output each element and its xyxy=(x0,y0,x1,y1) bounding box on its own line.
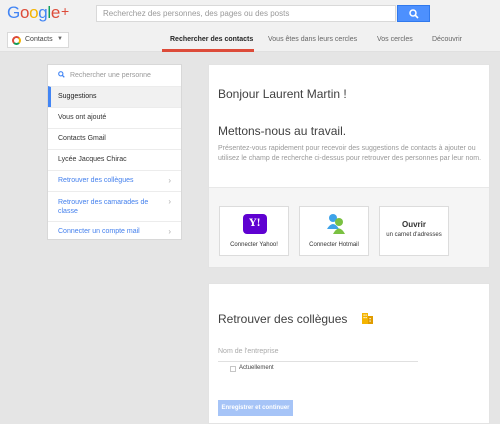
sidebar-item-label: Contacts Gmail xyxy=(58,135,106,142)
sidebar-item-suggestions[interactable]: Suggestions xyxy=(48,86,181,107)
sidebar-item-label: Suggestions xyxy=(58,93,97,100)
sidebar-item-added-you[interactable]: Vous ont ajouté xyxy=(48,107,181,128)
sidebar-search-input[interactable]: Rechercher une personne xyxy=(48,65,181,86)
colleagues-title: Retrouver des collègues xyxy=(218,312,348,326)
currently-label: Actuellement xyxy=(239,365,274,371)
search-icon xyxy=(58,71,65,78)
logo-letter: G xyxy=(7,3,20,22)
building-icon xyxy=(362,313,373,324)
tab-in-their-circles[interactable]: Vous êtes dans leurs cercles xyxy=(268,36,357,43)
connect-hotmail-button[interactable]: Connecter Hotmail xyxy=(299,206,369,256)
provider-label: Connecter Yahoo! xyxy=(230,242,278,248)
sidebar-item-label: Connecter un compte mail xyxy=(58,228,140,235)
headline: Mettons-nous au travail. xyxy=(218,124,347,138)
sidebar-item-label: Lycée Jacques Chirac xyxy=(58,156,127,163)
logo-plus: + xyxy=(61,3,69,19)
welcome-card: Bonjour Laurent Martin ! Mettons-nous au… xyxy=(208,64,490,268)
greeting: Bonjour Laurent Martin ! xyxy=(218,87,347,101)
logo-letter: o xyxy=(29,3,39,22)
sidebar-item-find-colleagues[interactable]: Retrouver des collègues › xyxy=(48,170,181,191)
company-name-input[interactable]: Nom de l'entreprise xyxy=(218,348,418,362)
contacts-icon xyxy=(12,36,21,45)
chevron-right-icon: › xyxy=(168,227,171,236)
sidebar-item-connect-mail[interactable]: Connecter un compte mail › xyxy=(48,221,181,242)
search-input[interactable]: Recherchez des personnes, des pages ou d… xyxy=(96,5,396,22)
sidebar-item-label: Vous ont ajouté xyxy=(58,114,107,121)
sidebar-search-placeholder: Rechercher une personne xyxy=(69,72,151,79)
chevron-right-icon: › xyxy=(168,176,171,185)
save-continue-button[interactable]: Enregistrer et continuer xyxy=(218,400,293,416)
sidebar-item-label: Retrouver des collègues xyxy=(58,177,134,184)
open-address-book-button[interactable]: Ouvrir un carnet d'adresses xyxy=(379,206,449,256)
contacts-dropdown[interactable]: Contacts ▼ xyxy=(7,32,69,48)
connect-yahoo-button[interactable]: Y! Connecter Yahoo! xyxy=(219,206,289,256)
hotmail-icon xyxy=(327,214,345,234)
description: Présentez-vous rapidement pour recevoir … xyxy=(218,145,482,162)
chevron-down-icon: ▼ xyxy=(57,36,63,42)
contacts-dropdown-label: Contacts xyxy=(25,36,53,43)
top-bar: Google+ Recherchez des personnes, des pa… xyxy=(0,0,500,28)
providers-area: Y! Connecter Yahoo! Connecter Hotmail Ou… xyxy=(209,187,489,267)
google-plus-logo[interactable]: Google+ xyxy=(7,3,69,23)
nav-bar: Contacts ▼ Rechercher des contacts Vous … xyxy=(0,28,500,52)
chevron-right-icon: › xyxy=(168,197,171,206)
currently-checkbox[interactable] xyxy=(230,366,236,372)
logo-letter: o xyxy=(19,3,30,22)
sidebar: Rechercher une personne Suggestions Vous… xyxy=(47,64,182,240)
active-tab-indicator xyxy=(162,49,254,52)
provider-title: Ouvrir xyxy=(401,220,426,229)
provider-label: Connecter Hotmail xyxy=(309,242,359,248)
sidebar-item-label: Retrouver des camarades de classe xyxy=(58,199,149,215)
logo-letter: e xyxy=(50,3,61,22)
colleagues-card: Retrouver des collègues Nom de l'entrepr… xyxy=(208,283,490,424)
sidebar-item-gmail-contacts[interactable]: Contacts Gmail xyxy=(48,128,181,149)
sidebar-item-find-classmates[interactable]: Retrouver des camarades de classe › xyxy=(48,191,181,221)
tab-find-contacts[interactable]: Rechercher des contacts xyxy=(170,36,253,43)
search-button[interactable] xyxy=(397,5,430,22)
logo-letter: g xyxy=(38,3,48,22)
provider-label: un carnet d'adresses xyxy=(386,232,442,238)
tab-discover[interactable]: Découvrir xyxy=(432,36,462,43)
search-icon xyxy=(409,9,419,19)
yahoo-icon: Y! xyxy=(243,214,267,234)
sidebar-item-school[interactable]: Lycée Jacques Chirac xyxy=(48,149,181,170)
tab-your-circles[interactable]: Vos cercles xyxy=(377,36,413,43)
